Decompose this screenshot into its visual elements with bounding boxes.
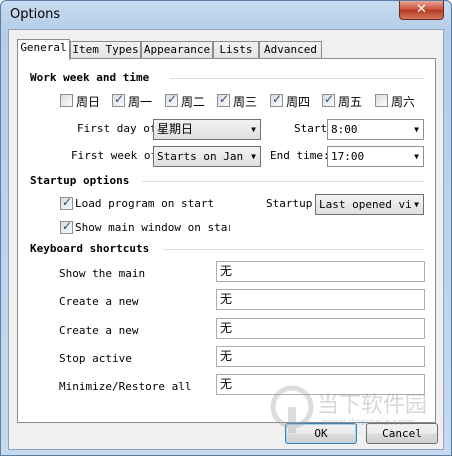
shortcut-label: Show the main [59, 267, 146, 280]
first-week-value: Starts on Jan [157, 150, 244, 163]
day-checkbox-thu[interactable] [270, 92, 283, 107]
chevron-down-icon: ▼ [414, 152, 419, 161]
watermark-text: 当下软件园 [317, 393, 428, 418]
end-time-select[interactable]: 17:00 ▼ [327, 146, 424, 167]
show-main-window-label: Show main window on start [75, 221, 230, 234]
startup-label: Startup [266, 197, 313, 210]
day-label-thu: 周四 [286, 95, 311, 109]
watermark-url: www.downxia.com [321, 417, 415, 428]
shortcut-field[interactable]: 无 [216, 346, 425, 367]
show-main-window-checkbox[interactable] [60, 219, 73, 234]
shortcut-label: Stop active [59, 352, 132, 365]
first-day-select[interactable]: 星期日 ▼ [153, 119, 261, 140]
title-bar[interactable]: Options ✕ [1, 1, 451, 29]
options-window: Options ✕ General Item Types Appearance … [0, 0, 452, 456]
first-day-label: First day of [77, 122, 157, 135]
section-heading-startup: Startup options [30, 174, 130, 187]
section-divider [142, 181, 425, 182]
watermark-logo: 当下软件园 www.downxia.com [269, 383, 439, 439]
chevron-down-icon: ▼ [251, 125, 256, 134]
close-icon: ✕ [416, 2, 427, 17]
end-time-value: 17:00 [331, 150, 365, 163]
section-divider [163, 249, 425, 250]
day-checkbox-tue[interactable] [165, 92, 178, 107]
section-heading-shortcuts: Keyboard shortcuts [30, 242, 150, 255]
section-divider [170, 78, 425, 79]
load-program-label: Load program on start [75, 197, 215, 210]
start-time-value: 8:00 [331, 123, 358, 136]
window-title: Options [10, 7, 61, 22]
chevron-down-icon: ▼ [251, 152, 256, 161]
day-label-sun: 周日 [76, 95, 101, 109]
shortcut-label: Create a new [59, 295, 139, 308]
day-label-sat: 周六 [391, 95, 416, 109]
day-checkbox-sat[interactable] [375, 94, 388, 107]
day-label-wed: 周三 [233, 95, 258, 109]
end-time-label: End time: [270, 149, 330, 162]
start-time-label: Start [294, 122, 328, 135]
tab-advanced[interactable]: Advanced [259, 41, 322, 59]
day-checkbox-wed[interactable] [217, 92, 230, 107]
shortcut-field[interactable]: 无 [216, 261, 425, 282]
shortcut-label: Minimize/Restore all [59, 380, 192, 393]
day-label-mon: 周一 [128, 95, 153, 109]
first-week-label: First week of [71, 149, 158, 162]
day-checkbox-fri[interactable] [322, 92, 335, 107]
shortcut-field[interactable]: 无 [216, 289, 425, 310]
startup-view-value: Last opened vi [319, 198, 412, 211]
day-checkbox-mon[interactable] [112, 92, 125, 107]
tab-item-types[interactable]: Item Types [70, 41, 141, 59]
day-label-fri: 周五 [338, 95, 363, 109]
close-button[interactable]: ✕ [399, 1, 444, 20]
chevron-down-icon: ▼ [414, 125, 419, 134]
startup-view-select[interactable]: Last opened vi ▼ [315, 194, 424, 215]
tab-lists[interactable]: Lists [213, 41, 259, 59]
general-tab-panel: Work week and time 周日 周一 周二 周三 周四 周五 周六 … [17, 58, 436, 423]
shortcut-label: Create a new [59, 324, 139, 337]
chevron-down-icon: ▼ [414, 200, 419, 209]
shortcut-field[interactable]: 无 [216, 318, 425, 339]
load-program-checkbox[interactable] [60, 195, 73, 210]
start-time-select[interactable]: 8:00 ▼ [327, 119, 424, 140]
first-day-value: 星期日 [157, 122, 194, 136]
first-week-select[interactable]: Starts on Jan ▼ [153, 146, 261, 167]
day-label-tue: 周二 [181, 95, 206, 109]
day-checkbox-sun[interactable] [60, 94, 73, 107]
tab-general[interactable]: General [17, 39, 70, 60]
tab-appearance[interactable]: Appearance [141, 41, 213, 59]
section-heading-work-week: Work week and time [30, 71, 150, 84]
watermark-icon [270, 385, 314, 433]
